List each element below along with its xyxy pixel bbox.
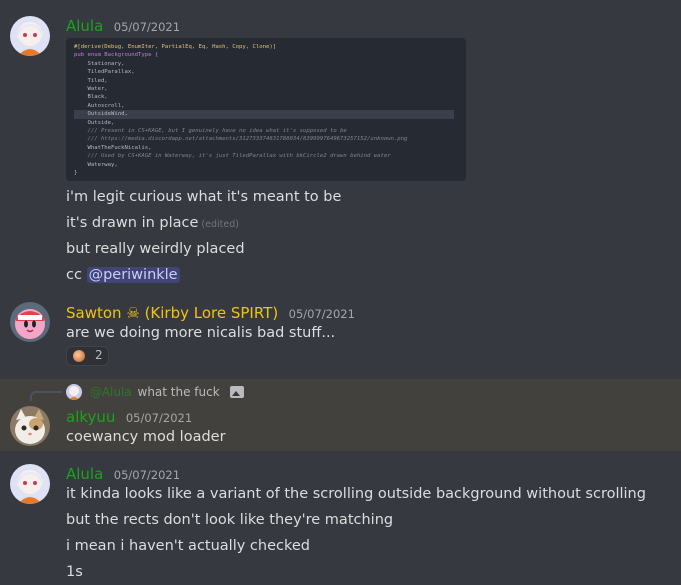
username[interactable]: Alula bbox=[66, 465, 103, 483]
code-line: Stationary, bbox=[74, 60, 125, 67]
code-line: Tiled, bbox=[74, 77, 108, 84]
code-screenshot-image[interactable]: #[derive(Debug, EnumIter, PartialEq, Eq,… bbox=[66, 38, 466, 181]
reply-preview[interactable]: @Alula what the fuck bbox=[66, 384, 244, 400]
reply-author[interactable]: @Alula bbox=[90, 385, 132, 399]
message-line: but the rects don't look like they're ma… bbox=[66, 512, 394, 528]
timestamp: 05/07/2021 bbox=[113, 20, 181, 34]
timestamp: 05/07/2021 bbox=[125, 411, 193, 425]
username-suffix: (Kirby Lore SPIRT) bbox=[144, 304, 279, 322]
reply-avatar-icon bbox=[66, 384, 82, 400]
message-text: cc bbox=[66, 267, 82, 283]
timestamp: 05/07/2021 bbox=[113, 468, 181, 482]
image-icon bbox=[229, 386, 244, 398]
username[interactable]: Sawton ☠ (Kirby Lore SPIRT) bbox=[66, 304, 278, 322]
user-mention[interactable]: @periwinkle bbox=[86, 267, 180, 283]
avatar[interactable] bbox=[10, 302, 50, 342]
message-line: 1s bbox=[66, 564, 83, 580]
code-block: #[derive(Debug, EnumIter, PartialEq, Eq,… bbox=[74, 43, 454, 178]
message-line: cc @periwinkle bbox=[66, 267, 180, 283]
reply-text: what the fuck bbox=[137, 385, 220, 399]
cat-avatar-icon bbox=[10, 406, 50, 446]
avatar[interactable] bbox=[10, 464, 50, 504]
avatar[interactable] bbox=[10, 406, 50, 446]
code-line: TiledParallax, bbox=[74, 69, 135, 76]
message-line: but really weirdly placed bbox=[66, 241, 245, 257]
message-alula-1: Alula 05/07/2021 #[derive(Debug, EnumIte… bbox=[0, 0, 681, 295]
code-line: pub enum BackgroundType { bbox=[74, 52, 159, 59]
message-sawton: Sawton ☠ (Kirby Lore SPIRT) 05/07/2021 a… bbox=[0, 296, 681, 376]
alula-avatar-icon bbox=[10, 464, 50, 504]
username[interactable]: alkyuu bbox=[66, 408, 115, 426]
code-line: Water, bbox=[74, 86, 108, 93]
username-text: Sawton bbox=[66, 304, 122, 322]
message-text: it's drawn in place bbox=[66, 215, 199, 231]
avatar[interactable] bbox=[10, 16, 50, 56]
edited-label: (edited) bbox=[201, 219, 239, 230]
message-line: it kinda looks like a variant of the scr… bbox=[66, 486, 646, 502]
message-line: coewancy mod loader bbox=[66, 429, 226, 445]
alula-avatar-icon bbox=[10, 16, 50, 56]
code-line: /// Used by CS+KAGE in Waterway, it's ju… bbox=[74, 153, 391, 160]
kirby-avatar-icon bbox=[10, 302, 50, 342]
message-line: i mean i haven't actually checked bbox=[66, 538, 310, 554]
reply-connector bbox=[30, 391, 62, 401]
username[interactable]: Alula bbox=[66, 17, 103, 35]
skull-emoji-icon: ☠ bbox=[126, 304, 140, 322]
code-line: WhatTheFuckNicalis, bbox=[74, 144, 152, 151]
code-line: Black, bbox=[74, 94, 108, 101]
reaction-button[interactable]: 2 bbox=[66, 346, 109, 366]
reaction-count: 2 bbox=[95, 348, 103, 362]
code-line: #[derive(Debug, EnumIter, PartialEq, Eq,… bbox=[74, 44, 277, 50]
code-line: /// https://media.discordapp.net/attachm… bbox=[74, 136, 408, 143]
timestamp: 05/07/2021 bbox=[288, 307, 355, 321]
code-line: /// Present in CS+KAGE, but I genuinely … bbox=[74, 128, 347, 135]
code-line: Waterway, bbox=[74, 161, 118, 168]
message-line: it's drawn in place (edited) bbox=[66, 215, 239, 231]
code-line: OutsideWind, bbox=[74, 110, 454, 119]
message-line: i'm legit curious what it's meant to be bbox=[66, 189, 342, 205]
reaction-emoji-icon bbox=[73, 350, 85, 362]
message-line: are we doing more nicalis bad stuff... bbox=[66, 325, 336, 341]
code-line: } bbox=[74, 170, 78, 177]
code-line: Autoscroll, bbox=[74, 102, 125, 109]
code-line: Outside, bbox=[74, 119, 115, 126]
